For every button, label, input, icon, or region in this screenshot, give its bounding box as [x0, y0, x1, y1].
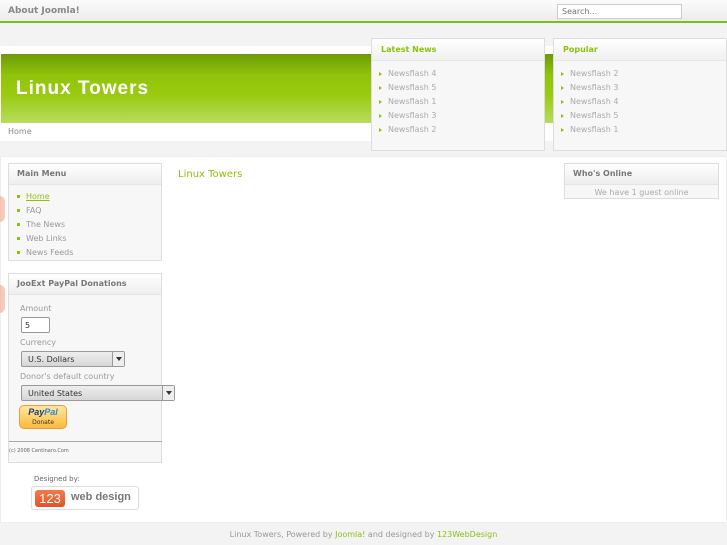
whos-online-title: Who's Online — [565, 164, 718, 185]
decorative-graphic — [0, 196, 5, 222]
arrow-right-icon — [379, 99, 382, 104]
donations-title: JooExt PayPal Donations — [9, 274, 161, 295]
arrow-right-icon — [561, 85, 564, 90]
logo-text: web design — [71, 491, 131, 503]
amount-input[interactable] — [21, 317, 50, 333]
donation-form: Amount Currency U.S. Dollars Donor's def… — [9, 295, 175, 435]
paypal-donations-module: JooExt PayPal Donations Amount Currency … — [8, 273, 175, 463]
top-bar: About Joomla! — [0, 0, 727, 23]
whos-online-module: Who's Online We have 1 guest online — [564, 163, 719, 199]
country-value: United States — [28, 389, 83, 398]
bullet-icon — [17, 195, 20, 198]
decorative-graphic — [0, 285, 5, 313]
chevron-down-icon — [112, 352, 124, 366]
list-item[interactable]: Newsflash 1 — [379, 95, 544, 109]
about-joomla-link[interactable]: About Joomla! — [8, 6, 80, 16]
latest-news-title: Latest News — [372, 39, 544, 61]
bullet-icon — [17, 209, 20, 212]
list-item[interactable]: Newsflash 1 — [561, 123, 726, 137]
arrow-right-icon — [379, 113, 382, 118]
footer-prefix: Linux Towers, Powered by — [229, 530, 336, 539]
arrow-right-icon — [561, 127, 564, 132]
arrow-right-icon — [379, 71, 382, 76]
latest-news-list: Newsflash 4 Newsflash 5 Newsflash 1 News… — [372, 61, 544, 137]
footer-middle: and designed by — [365, 530, 437, 539]
country-label: Donor's default country — [20, 372, 115, 381]
popular-module: Popular Newsflash 2 Newsflash 3 Newsflas… — [553, 38, 727, 151]
main-menu-module: Main Menu Home FAQ The News Web Links Ne… — [8, 163, 162, 261]
donate-label: Donate — [32, 419, 54, 426]
breadcrumb[interactable]: Home — [8, 127, 32, 136]
menu-item-home[interactable]: Home — [17, 190, 161, 204]
arrow-right-icon — [561, 71, 564, 76]
footer: Linux Towers, Powered by Joomla! and des… — [0, 530, 727, 539]
bullet-icon — [17, 223, 20, 226]
designer-link[interactable]: 123WebDesign — [437, 530, 497, 539]
main-menu-title: Main Menu — [9, 164, 161, 185]
arrow-right-icon — [561, 99, 564, 104]
list-item[interactable]: Newsflash 5 — [379, 81, 544, 95]
arrow-right-icon — [561, 113, 564, 118]
list-item[interactable]: Newsflash 3 — [561, 81, 726, 95]
bullet-icon — [17, 237, 20, 240]
designer-logo[interactable]: 123 web design — [31, 486, 139, 510]
currency-value: U.S. Dollars — [28, 355, 75, 364]
menu-item-faq[interactable]: FAQ — [17, 204, 161, 218]
joomla-link[interactable]: Joomla! — [335, 530, 365, 539]
main-menu-list: Home FAQ The News Web Links News Feeds — [9, 185, 161, 260]
popular-list: Newsflash 2 Newsflash 3 Newsflash 4 News… — [554, 61, 726, 137]
menu-item-news-feeds[interactable]: News Feeds — [17, 246, 161, 260]
country-select[interactable]: United States — [21, 385, 175, 401]
list-item[interactable]: Newsflash 4 — [379, 67, 544, 81]
list-item[interactable]: Newsflash 2 — [561, 67, 726, 81]
list-item[interactable]: Newsflash 3 — [379, 109, 544, 123]
arrow-right-icon — [379, 127, 382, 132]
arrow-right-icon — [379, 85, 382, 90]
content-title: Linux Towers — [178, 169, 243, 180]
chevron-down-icon — [162, 386, 174, 400]
logo-number: 123 — [35, 490, 65, 507]
list-item[interactable]: Newsflash 4 — [561, 95, 726, 109]
paypal-logo: PayPal — [28, 407, 58, 417]
site-title: Linux Towers — [16, 78, 150, 99]
amount-label: Amount — [20, 304, 52, 313]
menu-item-web-links[interactable]: Web Links — [17, 232, 161, 246]
list-item[interactable]: Newsflash 5 — [561, 109, 726, 123]
popular-title: Popular — [554, 39, 726, 61]
paypal-donate-button[interactable]: PayPal Donate — [19, 405, 67, 429]
currency-select[interactable]: U.S. Dollars — [21, 351, 125, 367]
menu-item-the-news[interactable]: The News — [17, 218, 161, 232]
list-item[interactable]: Newsflash 2 — [379, 123, 544, 137]
whos-online-text: We have 1 guest online — [594, 188, 689, 197]
bullet-icon — [17, 251, 20, 254]
latest-news-module: Latest News Newsflash 4 Newsflash 5 News… — [371, 38, 545, 151]
designed-by-label: Designed by: — [34, 475, 80, 483]
copyright-text: (c) 2008 Centinaro.Com — [9, 441, 162, 454]
search-input[interactable] — [557, 4, 682, 19]
currency-label: Currency — [20, 338, 57, 347]
